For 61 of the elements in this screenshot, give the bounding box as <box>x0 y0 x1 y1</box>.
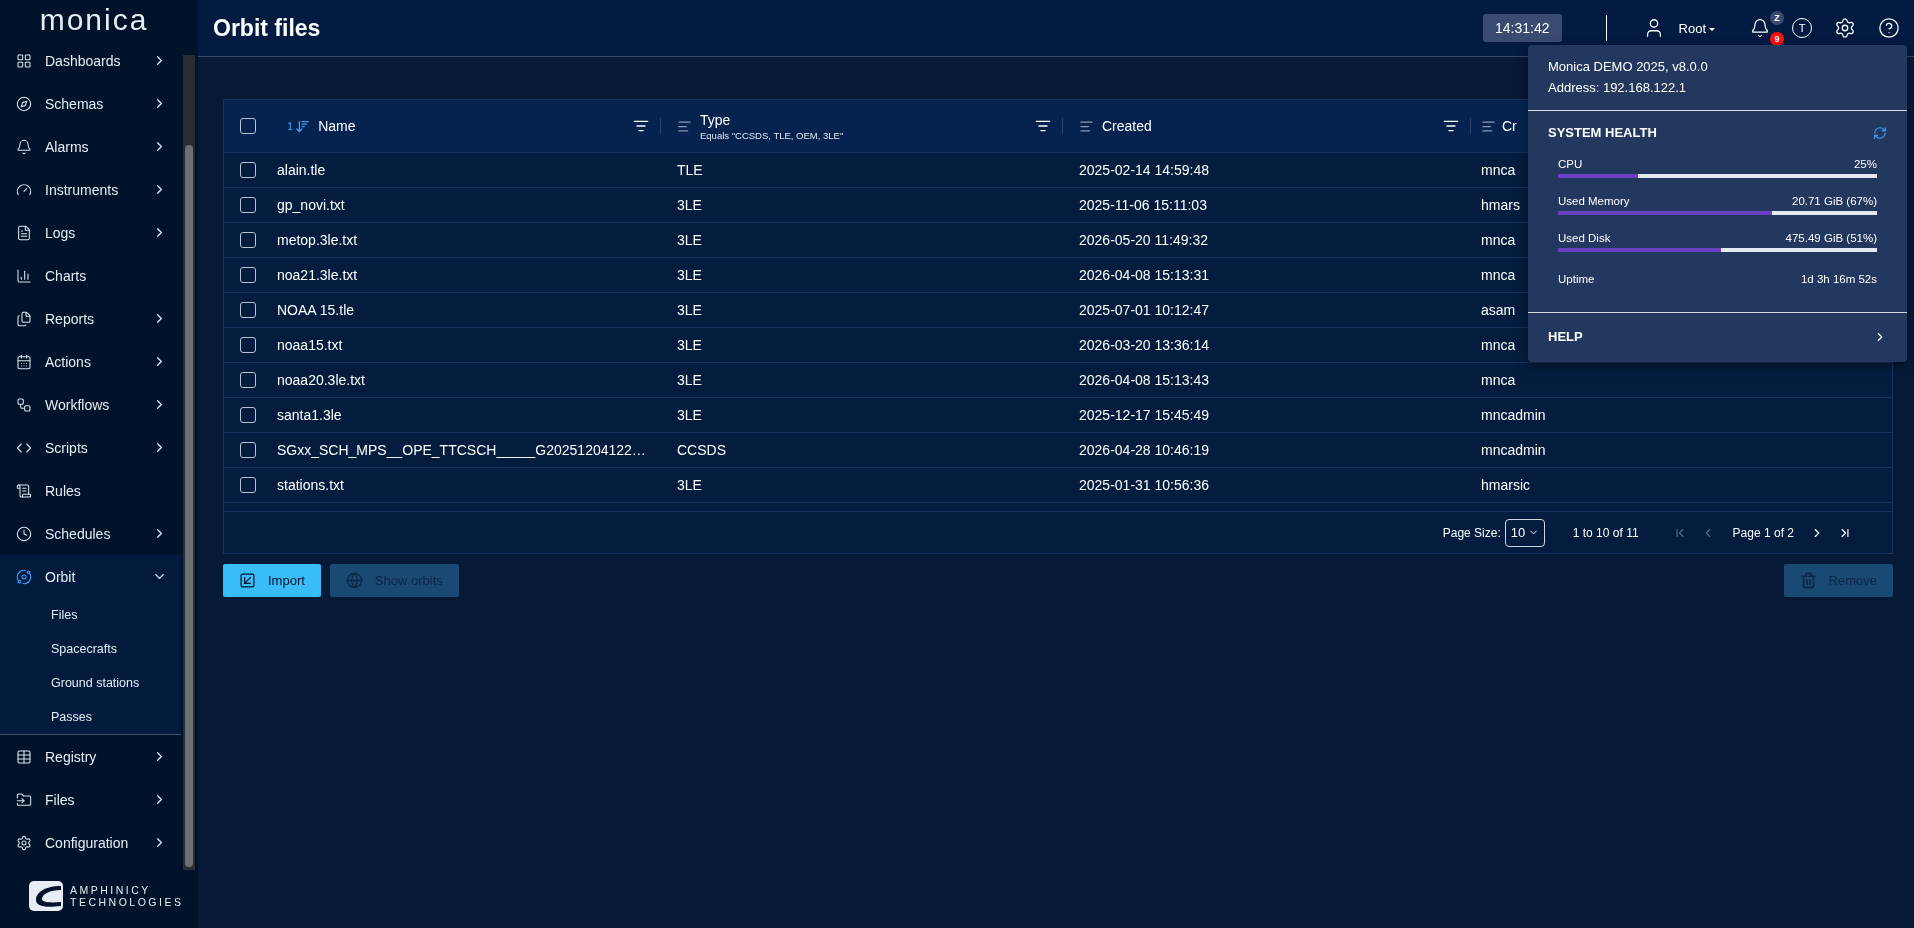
table-cell: 2025-01-31 10:56:36 <box>1079 477 1209 493</box>
table-cell: 3LE <box>677 477 702 493</box>
table-cell: mnca <box>1481 267 1516 283</box>
table-cell: hmarsic <box>1481 477 1530 493</box>
table-cell: hmars <box>1481 197 1520 213</box>
table-cell: mncadmin <box>1481 442 1546 458</box>
metric-label: CPU <box>1558 158 1583 170</box>
table-cell: 3LE <box>677 302 702 318</box>
address-text: Address: 192.168.122.1 <box>1548 79 1688 97</box>
table-cell: 2025-07-01 10:12:47 <box>1079 302 1209 318</box>
notification-badge: Z <box>1770 11 1784 25</box>
table-cell: NOAA 15.tle <box>277 302 355 318</box>
table-cell: stations.txt <box>277 477 344 493</box>
table-cell: gp_novi.txt <box>277 197 345 213</box>
table-cell: 2025-02-14 14:59:48 <box>1079 162 1209 178</box>
metric-value: 20.71 GiB (67%) <box>1792 195 1877 207</box>
table-cell: 3LE <box>677 232 702 248</box>
table-cell: 2026-04-08 15:13:43 <box>1079 372 1209 388</box>
table-cell: 2026-03-20 13:36:14 <box>1079 337 1209 353</box>
table-cell: santa1.3le <box>277 407 342 423</box>
table-cell: noaa20.3le.txt <box>277 372 365 388</box>
table-cell: 2026-05-20 11:49:32 <box>1079 232 1208 248</box>
metric-label: Used Disk <box>1558 232 1611 244</box>
section-title: SYSTEM HEALTH <box>1548 125 1657 140</box>
metric-value: 1d 3h 16m 52s <box>1800 273 1877 285</box>
table-cell: 2025-12-17 15:45:49 <box>1079 407 1209 423</box>
table-cell: mnca <box>1481 232 1516 248</box>
table-cell: 2025-11-06 15:11:03 <box>1079 197 1207 213</box>
page-size-label: Page Size: <box>1442 525 1501 540</box>
alarm-badge: 9 <box>1770 32 1784 46</box>
company-tagline: TECHNOLOGIES <box>70 896 184 909</box>
clock: 14:31:42 <box>1483 14 1562 42</box>
page-title: Orbit files <box>213 14 322 42</box>
table-cell: 2026-04-28 10:46:19 <box>1079 442 1209 458</box>
table-cell: metop.3le.txt <box>277 232 358 248</box>
app-version: Monica DEMO 2025, v8.0.0 <box>1548 58 1709 76</box>
table-cell: CCSDS <box>677 442 726 458</box>
metric-value: 475.49 GiB (51%) <box>1785 232 1877 244</box>
table-cell: mnca <box>1481 337 1516 353</box>
table-cell: 3LE <box>677 267 702 283</box>
company-name: AMPHINICY <box>70 884 152 897</box>
table-cell: 3LE <box>677 407 702 423</box>
table-cell: 3LE <box>677 372 702 388</box>
table-cell: mnca <box>1481 372 1516 388</box>
table-cell: 2026-04-08 15:13:31 <box>1079 267 1209 283</box>
range-text: 1 to 10 of 11 <box>1572 525 1639 540</box>
table-cell: asam <box>1481 302 1516 318</box>
table-cell: noa21.3le.txt <box>277 267 358 283</box>
logo: monica <box>38 1 150 38</box>
table-cell: mncadmin <box>1481 407 1546 423</box>
table-cell: alain.tle <box>277 162 326 178</box>
table-cell: SGxx_SCH_MPS__OPE_TTCSCH_____G20251204122… <box>277 442 646 458</box>
table-cell: noaa15.txt <box>277 337 343 353</box>
table-cell: 3LE <box>677 337 702 353</box>
metric-label: Used Memory <box>1558 195 1630 207</box>
table-cell: mnca <box>1481 162 1516 178</box>
page-indicator: Page 1 of 2 <box>1732 525 1794 540</box>
table-cell: 3LE <box>677 197 702 213</box>
metric-label: Uptime <box>1558 273 1595 285</box>
metric-value: 25% <box>1853 158 1877 170</box>
table-cell: TLE <box>677 162 703 178</box>
